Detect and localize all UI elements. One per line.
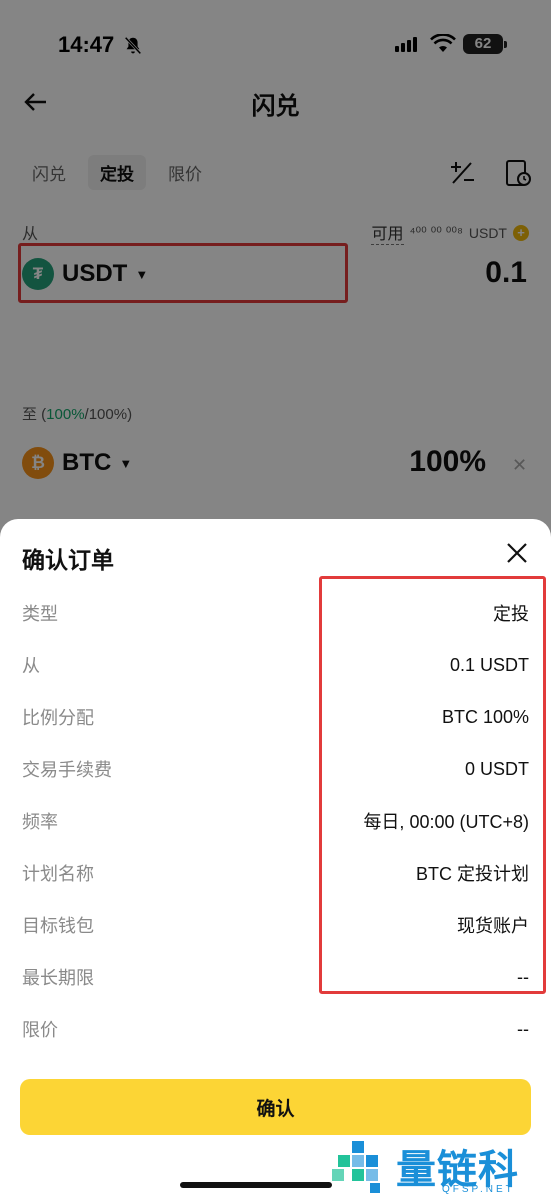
detail-label: 从 — [22, 656, 40, 676]
highlight-box-details — [319, 576, 546, 994]
detail-label: 类型 — [22, 604, 58, 624]
detail-label: 比例分配 — [22, 708, 94, 728]
detail-label: 限价 — [22, 1020, 58, 1040]
close-icon[interactable] — [505, 541, 529, 565]
confirm-button[interactable]: 确认 — [20, 1079, 531, 1135]
watermark-subtext: QFSP.NET — [442, 1184, 515, 1195]
detail-value: -- — [517, 1018, 529, 1039]
detail-label: 交易手续费 — [22, 760, 112, 780]
confirm-order-sheet: 确认订单 类型 定投 从 0.1 USDT 比例分配 BTC 100% 交易手续… — [0, 519, 551, 1200]
sheet-title: 确认订单 — [22, 547, 114, 573]
detail-label: 频率 — [22, 812, 58, 832]
watermark-logo: 量链科技 QFSP.NET — [330, 1137, 545, 1197]
home-indicator — [180, 1182, 332, 1188]
detail-label: 计划名称 — [22, 864, 94, 884]
detail-row-limit-price: 限价 -- — [22, 1014, 529, 1044]
watermark-icon — [332, 1141, 380, 1193]
detail-label: 最长期限 — [22, 968, 94, 988]
detail-label: 目标钱包 — [22, 916, 94, 936]
